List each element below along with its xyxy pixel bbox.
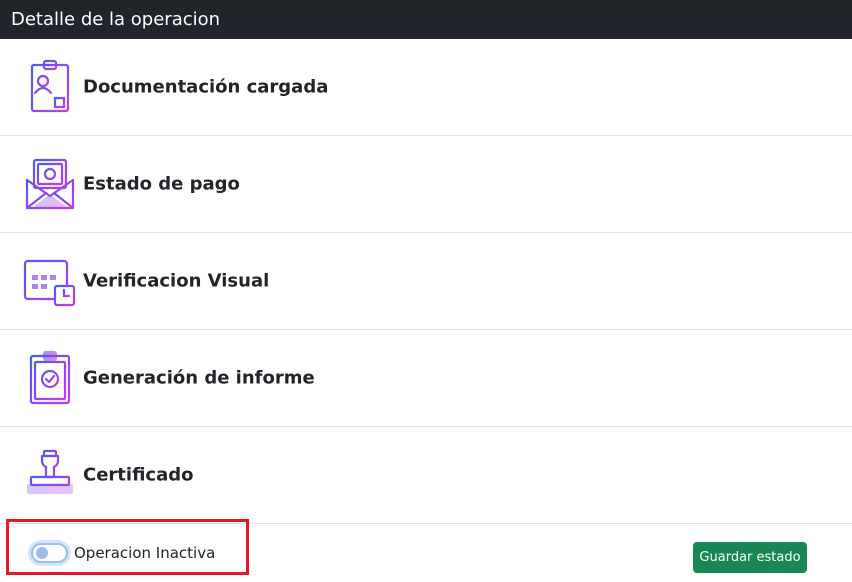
save-status-button[interactable]: Guardar estado — [693, 542, 807, 573]
list-item-documentacion[interactable]: Documentación cargada — [0, 39, 852, 136]
stamp-icon — [22, 447, 78, 503]
list-item-generacion-informe[interactable]: Generación de informe — [0, 330, 852, 427]
document-badge-icon — [22, 59, 78, 115]
list-item-certificado[interactable]: Certificado — [0, 427, 852, 524]
toggle-knob — [36, 547, 48, 559]
list-item-verificacion-visual[interactable]: Verificacion Visual — [0, 233, 852, 330]
list-item-label: Documentación cargada — [83, 76, 329, 98]
list-item-label: Certificado — [83, 464, 194, 486]
calendar-clock-icon — [22, 253, 78, 309]
list-item-estado-pago[interactable]: Estado de pago — [0, 136, 852, 233]
toggle-switch[interactable] — [31, 543, 68, 563]
toggle-label: Operacion Inactiva — [74, 544, 216, 562]
page-title: Detalle de la operacion — [11, 9, 221, 30]
list-item-label: Generación de informe — [83, 367, 315, 389]
clipboard-check-icon — [22, 350, 78, 406]
operation-status-toggle[interactable]: Operacion Inactiva — [31, 543, 215, 563]
list-item-label: Verificacion Visual — [83, 270, 270, 292]
operation-steps-list: Documentación cargada Estado de pago Ver… — [0, 39, 852, 524]
payment-envelope-icon — [22, 156, 78, 212]
list-item-label: Estado de pago — [83, 173, 240, 195]
page-header: Detalle de la operacion — [0, 0, 852, 39]
